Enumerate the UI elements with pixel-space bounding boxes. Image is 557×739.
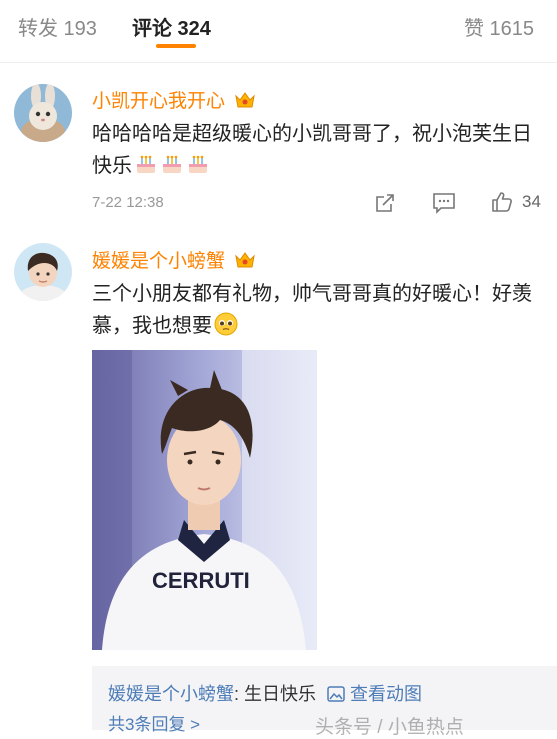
boy-avatar-icon xyxy=(14,243,72,301)
vip-crown-icon xyxy=(235,252,256,268)
comment-author[interactable]: 小凯开心我开心 xyxy=(92,86,256,113)
tab-divider xyxy=(0,62,557,63)
comment-text: 三个小朋友都有礼物，帅气哥哥真的好暖心！好羡慕，我也想要 xyxy=(92,278,532,342)
active-tab-indicator xyxy=(156,44,196,48)
portrait-photo: CERRUTI xyxy=(92,350,317,650)
watermark: 头条号 / 小鱼热点 xyxy=(315,717,464,738)
comment-author[interactable]: 媛媛是个小螃蟹 xyxy=(92,246,256,273)
comment-tabs: 转发 193 评论 324 赞 1615 xyxy=(0,0,557,62)
comment-text: 哈哈哈哈是超级暖心的小凯哥哥了，祝小泡芙生日快乐 xyxy=(92,118,532,182)
comment-photo[interactable]: CERRUTI xyxy=(92,350,317,650)
birthday-cake-icon xyxy=(163,155,181,173)
tab-comments[interactable]: 评论 324 xyxy=(132,12,211,41)
avatar[interactable] xyxy=(14,243,72,301)
reply-text: : 生日快乐 xyxy=(234,684,317,704)
comment-body: 哈哈哈哈是超级暖心的小凯哥哥了，祝小泡芙生日快乐 xyxy=(92,123,532,177)
shirt-text: CERRUTI xyxy=(152,568,250,593)
view-gif-link[interactable]: 查看动图 xyxy=(350,684,422,704)
tab-likes[interactable]: 赞 1615 xyxy=(464,12,534,41)
author-name[interactable]: 小凯开心我开心 xyxy=(92,91,225,112)
birthday-cake-icon xyxy=(189,155,207,173)
reply-icon[interactable] xyxy=(432,192,456,214)
pleading-face-icon xyxy=(214,312,238,336)
avatar[interactable] xyxy=(14,84,72,142)
image-icon xyxy=(327,686,345,702)
reply-author[interactable]: 媛媛是个小螃蟹 xyxy=(108,684,234,704)
repost-icon[interactable] xyxy=(374,192,396,214)
like-count: 34 xyxy=(522,192,541,211)
tab-reposts[interactable]: 转发 193 xyxy=(18,12,97,41)
more-replies-link[interactable]: 共3条回复 > xyxy=(108,710,200,735)
birthday-cake-icon xyxy=(137,155,155,173)
bunny-avatar-icon xyxy=(14,84,72,142)
vip-crown-icon xyxy=(235,92,256,108)
author-name[interactable]: 媛媛是个小螃蟹 xyxy=(92,251,225,272)
comment-body: 三个小朋友都有礼物，帅气哥哥真的好暖心！好羡慕，我也想要 xyxy=(92,283,532,337)
reply-line: 媛媛是个小螃蟹: 生日快乐 查看动图 xyxy=(108,680,422,706)
like-icon[interactable] xyxy=(490,190,514,214)
comment-time: 7-22 12:38 xyxy=(92,194,164,211)
